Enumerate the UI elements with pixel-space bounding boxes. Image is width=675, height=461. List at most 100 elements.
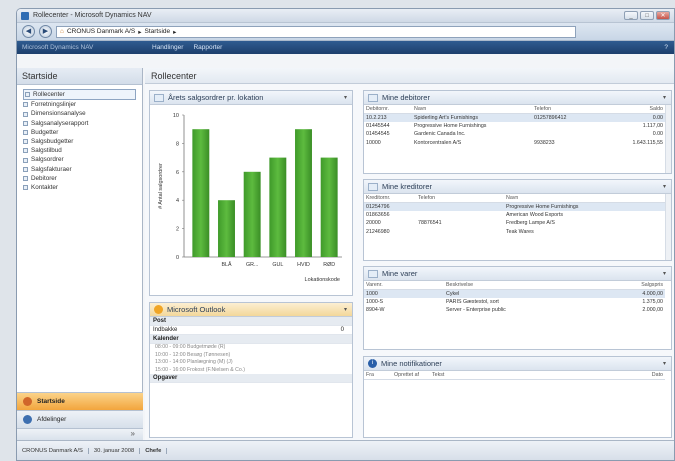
- column-header[interactable]: Varenr.: [364, 281, 444, 290]
- table-cell: 0.00: [602, 113, 665, 122]
- vendors-part-title: Mine kreditorer: [382, 182, 433, 191]
- status-user: Chefe: [140, 447, 168, 454]
- nav-item[interactable]: Dimensionsanalyse: [23, 109, 136, 118]
- part-menu-button[interactable]: ▾: [663, 360, 666, 367]
- column-header[interactable]: Dato: [600, 371, 665, 380]
- table-cell: 01445544: [366, 122, 390, 129]
- table-cell: 4.000,00: [584, 289, 665, 298]
- inbox-row[interactable]: Indbakke 0: [150, 326, 352, 335]
- nav-item[interactable]: Salgsanalyserapport: [23, 119, 136, 128]
- part-menu-button[interactable]: ▾: [344, 306, 347, 313]
- nav-item[interactable]: Salgsordrer: [23, 155, 136, 164]
- nav-list: Rollecenter Forretningslinjer Dimensions…: [17, 85, 142, 196]
- nav-button-afdelinger[interactable]: Afdelinger: [17, 410, 143, 428]
- column-header[interactable]: Telefon: [416, 194, 504, 203]
- reports-menu[interactable]: Rapporter: [193, 44, 222, 51]
- help-icon[interactable]: ?: [664, 44, 668, 51]
- nav-item-label: Salgsfakturaer: [31, 165, 72, 173]
- table-row[interactable]: 20000 78876541 Fredberg Lampe A/S: [364, 219, 665, 228]
- list-icon: [23, 166, 28, 172]
- calendar-section-header: Kalender: [150, 335, 352, 344]
- table-row[interactable]: 8904-W Server - Enterprise public 2.000,…: [364, 306, 665, 315]
- column-header[interactable]: Salgspris: [584, 281, 665, 290]
- calendar-entry[interactable]: 15:00 - 16:00 Frokost (F.Nielsen & Co.): [150, 367, 352, 375]
- back-button[interactable]: ◀: [22, 25, 35, 38]
- vertical-scrollbar[interactable]: [665, 194, 671, 260]
- table-cell: 10000: [366, 139, 381, 146]
- column-header[interactable]: Beskrivelse: [444, 281, 584, 290]
- table-row[interactable]: 01454545 Gardenic Canada Inc. 0.00: [364, 130, 665, 139]
- window-title: Rollecenter - Microsoft Dynamics NAV: [33, 12, 152, 19]
- nav-button-startside[interactable]: Startside: [17, 392, 143, 410]
- breadcrumb-page[interactable]: Startside: [144, 28, 170, 35]
- table-cell: Gardenic Canada Inc.: [414, 131, 466, 138]
- table-row[interactable]: 01445544 Progressive Home Furnishings 1.…: [364, 122, 665, 131]
- chart-bar: [320, 157, 338, 257]
- nav-item-label: Rollecenter: [33, 91, 65, 98]
- customers-part-title: Mine debitorer: [382, 93, 430, 102]
- forward-button[interactable]: ▶: [39, 25, 52, 38]
- nav-item[interactable]: Salgsfakturaer: [23, 165, 136, 174]
- column-header[interactable]: Saldo: [602, 105, 665, 114]
- calendar-entry[interactable]: 08:00 - 09:00 Budgetmøde (R): [150, 344, 352, 352]
- table-row[interactable]: 21246980 Teak Wares: [364, 228, 665, 237]
- info-icon: i: [368, 359, 377, 368]
- column-header[interactable]: Navn: [504, 194, 665, 203]
- nav-item[interactable]: Debitorer: [23, 174, 136, 183]
- actions-menu[interactable]: Handlinger: [152, 44, 183, 51]
- chart-bar: [243, 171, 261, 257]
- table-cell: 01254796: [364, 202, 416, 211]
- chart-icon: [154, 93, 164, 102]
- table-row[interactable]: 01863656 American Wood Exports: [364, 211, 665, 220]
- outlook-part-title: Microsoft Outlook: [167, 305, 226, 314]
- part-menu-button[interactable]: ▾: [344, 94, 347, 101]
- items-part-title: Mine varer: [382, 269, 418, 278]
- nav-item-label: Budgetter: [31, 128, 59, 136]
- list-icon: [23, 111, 28, 117]
- column-header[interactable]: Navn: [412, 105, 532, 114]
- nav-item[interactable]: Budgetter: [23, 128, 136, 137]
- calendar-entry[interactable]: 10:00 - 12:00 Besøg (Tønnesen): [150, 352, 352, 360]
- column-header[interactable]: Fra: [364, 371, 392, 380]
- maximize-button[interactable]: □: [640, 11, 654, 20]
- nav-item[interactable]: Salgsbudgetter: [23, 137, 136, 146]
- nav-item-rollecenter[interactable]: Rollecenter: [23, 89, 136, 101]
- status-company: CRONUS Danmark A/S: [17, 447, 89, 454]
- list-icon: [23, 120, 28, 126]
- column-header[interactable]: Oprettet af: [392, 371, 430, 380]
- y-tick-label: 2: [176, 227, 179, 233]
- table-cell: 0.00: [652, 131, 663, 138]
- breadcrumb-company[interactable]: CRONUS Danmark A/S: [67, 28, 135, 35]
- part-menu-button[interactable]: ▾: [663, 270, 666, 277]
- x-tick-label: GR...: [246, 262, 258, 268]
- part-menu-button[interactable]: ▾: [663, 183, 666, 190]
- column-header[interactable]: Kreditornr.: [364, 194, 416, 203]
- table-row[interactable]: 1000 Cykel 4.000,00: [364, 289, 665, 298]
- column-header[interactable]: Tekst: [430, 371, 600, 380]
- customers-part-header: Mine debitorer ▾: [364, 91, 671, 105]
- nav-item[interactable]: Forretningslinjer: [23, 100, 136, 109]
- table-row[interactable]: 10000 Kontorcentralen A/S 9938233 1.643.…: [364, 139, 665, 148]
- y-axis-label: # Antal salgsordrer: [158, 163, 164, 209]
- column-header[interactable]: Debitornr.: [364, 105, 412, 114]
- table-row[interactable]: 1000-S PARIS Gæstestol, sort 1.375,00: [364, 298, 665, 307]
- table-cell: 78876541: [418, 220, 442, 227]
- part-menu-button[interactable]: ▾: [663, 94, 666, 101]
- table-cell: Cykel: [444, 289, 584, 298]
- breadcrumb[interactable]: ⌂ CRONUS Danmark A/S ▸ Startside ▸: [56, 25, 576, 38]
- chart-bar: [218, 200, 235, 257]
- x-axis-label: Lokationskode: [305, 277, 340, 283]
- table-row[interactable]: 10.2.213 Spiderling Art's Furnishings 01…: [364, 113, 665, 122]
- table-row[interactable]: 01254796 Progressive Home Furnishings: [364, 202, 665, 211]
- nav-item[interactable]: Salgstilbud: [23, 146, 136, 155]
- nav-item[interactable]: Kontakter: [23, 183, 136, 192]
- column-header[interactable]: Telefon: [532, 105, 602, 114]
- nav-item-label: Salgsbudgetter: [31, 138, 74, 146]
- vertical-scrollbar[interactable]: [665, 105, 671, 173]
- calendar-entry[interactable]: 13:00 - 14:00 Planlægning (M) (J): [150, 359, 352, 367]
- minimize-button[interactable]: _: [624, 11, 638, 20]
- table-cell: Kontorcentralen A/S: [414, 139, 462, 146]
- table-cell: 20000: [366, 220, 381, 227]
- nav-button-label: Startside: [37, 398, 65, 405]
- close-button[interactable]: ✕: [656, 11, 670, 20]
